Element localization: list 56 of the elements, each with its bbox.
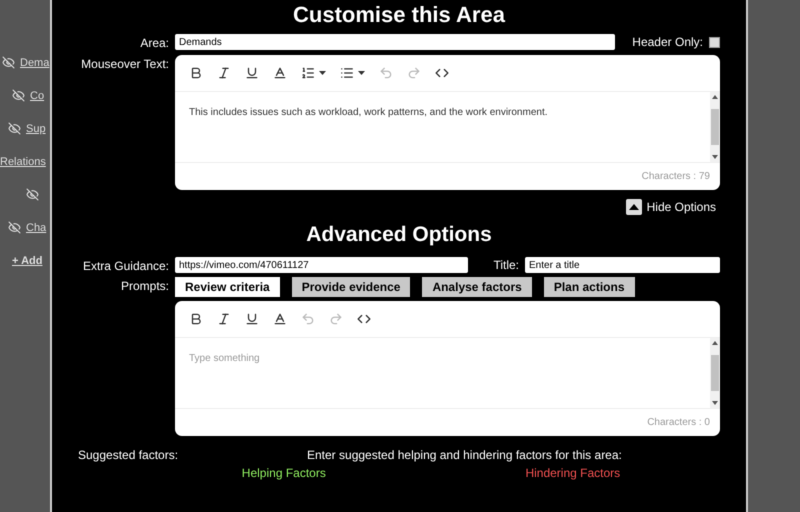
sidebar-link[interactable]: Co: [30, 90, 44, 102]
scroll-up-icon[interactable]: [712, 95, 718, 99]
field-label: Header Only:: [631, 35, 703, 49]
sidebar-group-link[interactable]: Relations: [0, 156, 46, 168]
italic-icon[interactable]: [217, 312, 231, 326]
prompt-tab[interactable]: Plan actions: [544, 277, 634, 297]
text-color-icon[interactable]: [273, 312, 287, 326]
field-label: Extra Guidance:: [82, 258, 169, 273]
sidebar-link[interactable]: Cha: [26, 222, 46, 234]
code-icon[interactable]: [435, 66, 449, 80]
hide-options-button[interactable]: Hide Options: [626, 199, 716, 215]
collapse-icon: [626, 199, 642, 215]
area-input[interactable]: Demands: [175, 34, 615, 50]
field-label: Title:: [492, 258, 519, 272]
bold-icon[interactable]: [189, 66, 203, 80]
prompt-tab[interactable]: Review criteria: [175, 277, 280, 297]
hidden-eye-icon[interactable]: [2, 56, 15, 69]
character-count: Characters : 79: [640, 170, 711, 184]
hidden-eye-icon[interactable]: [12, 89, 25, 102]
bullet-list-icon[interactable]: [340, 66, 354, 80]
title-input[interactable]: Enter a title: [525, 257, 720, 273]
scroll-down-icon[interactable]: [712, 401, 718, 405]
scrollbar[interactable]: [710, 338, 720, 408]
prompt-tab[interactable]: Analyse factors: [422, 277, 532, 297]
character-count: Characters : 0: [646, 416, 711, 430]
italic-icon[interactable]: [217, 66, 231, 80]
sidebar-link[interactable]: Sup: [26, 122, 46, 134]
field-label: Area:: [139, 35, 169, 50]
code-icon[interactable]: [357, 312, 371, 326]
prompt-tab[interactable]: Provide evidence: [292, 277, 410, 297]
field-label: Mouseover Text:: [80, 56, 169, 71]
instruction-text: Enter suggested helping and hindering factors for this area:: [306, 448, 623, 462]
numbered-list-icon[interactable]: [301, 66, 315, 80]
underline-icon[interactable]: [245, 66, 259, 80]
text-color-icon[interactable]: [273, 66, 287, 80]
url-input[interactable]: https://vimeo.com/470611127: [175, 257, 468, 273]
add-link[interactable]: + Add: [12, 254, 42, 266]
field-label: Prompts:: [120, 278, 169, 293]
scroll-up-icon[interactable]: [712, 341, 718, 345]
column-heading: Hindering Factors: [525, 466, 620, 480]
dialog-title: Customise this Area: [292, 2, 506, 28]
field-label: Suggested factors:: [77, 448, 180, 462]
hidden-eye-icon[interactable]: [26, 188, 39, 201]
scrollbar[interactable]: [710, 92, 720, 162]
editor-text[interactable]: This includes issues such as workload, work patterns, and the work environment.: [175, 92, 710, 162]
caret-icon[interactable]: [358, 71, 365, 75]
bold-icon[interactable]: [189, 312, 203, 326]
hidden-eye-icon[interactable]: [8, 221, 21, 234]
hidden-eye-icon[interactable]: [8, 122, 21, 135]
caret-icon[interactable]: [319, 71, 326, 75]
sidebar-link[interactable]: Dema: [20, 56, 50, 68]
underline-icon[interactable]: [245, 312, 259, 326]
section-heading: Advanced Options: [305, 223, 493, 247]
scroll-down-icon[interactable]: [712, 155, 718, 159]
column-heading: Helping Factors: [242, 466, 326, 480]
header-only-checkbox[interactable]: [709, 36, 720, 48]
